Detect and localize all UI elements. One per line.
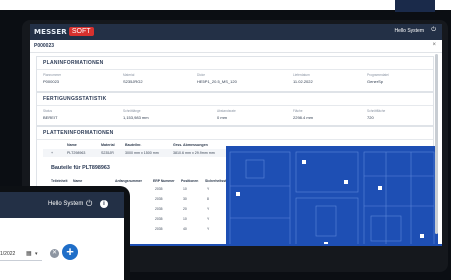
- field-label: Schnittlänge: [123, 109, 141, 113]
- schnittflaeche-field: Schnittfläche 720: [367, 109, 385, 120]
- column-header: Positionen: [181, 179, 199, 183]
- table-cell: 3810.6 mm x 29.9mm mm: [173, 151, 215, 155]
- field-value: HE5P1_20.5_MS_120: [197, 79, 237, 84]
- page-titlebar: P000023 ×: [30, 40, 442, 53]
- table-cell: 3000 mm x 1500 mm: [125, 151, 159, 155]
- page-title: P000023: [34, 43, 55, 49]
- dicke-field: Dicke HE5P1_20.5_MS_120: [197, 73, 237, 84]
- plan-field: Plannummer P000023: [43, 73, 61, 84]
- logo-soft: SOFT: [68, 27, 94, 36]
- planinformationen-card: PLANINFORMATIONEN Plannummer P000023 Mat…: [36, 56, 434, 92]
- field-label: Lieferdatum: [293, 73, 310, 77]
- field-value: 0 mm: [217, 115, 227, 120]
- field-value: 2298.4 mm: [293, 115, 314, 120]
- tablet-user-greeting: Hello System: [48, 201, 84, 207]
- table-cell: Y: [207, 207, 210, 211]
- info-icon[interactable]: i: [100, 200, 108, 208]
- column-header: Name: [73, 179, 83, 183]
- date-input[interactable]: 1/2022 ▦ ▾: [0, 248, 42, 261]
- power-icon[interactable]: ⏻: [86, 199, 92, 209]
- field-label: Material: [123, 73, 135, 77]
- bauteile-heading: Bauteile für PLT898963: [51, 165, 110, 171]
- date-value: 1/2022: [0, 251, 16, 257]
- tablet-screen: Hello System ⏻ i 1/2022 ▦ ▾ ✕ +: [0, 192, 124, 280]
- background-accent: [395, 0, 435, 12]
- table-header: Name Material Bauteilnr. Grss. Abmessung…: [43, 141, 233, 149]
- table-cell: Y: [207, 227, 210, 231]
- clear-icon[interactable]: ✕: [50, 249, 59, 258]
- cad-drawing[interactable]: [226, 146, 438, 246]
- table-row[interactable]: + PLT298963 S235JR 3000 mm x 1500 mm 381…: [43, 149, 233, 157]
- column-header: Teileinheit: [51, 179, 68, 183]
- flaeche-field: Fläche 2298.4 mm: [293, 109, 313, 120]
- table-header: Teileinheit Name Anfangsnummer ERP Numme…: [51, 177, 231, 185]
- field-label: Plannummer: [43, 73, 62, 77]
- table-cell: 10: [183, 217, 187, 221]
- tablet-header: Hello System ⏻ i: [0, 192, 124, 218]
- add-button[interactable]: +: [62, 244, 78, 260]
- column-header: Anfangsnummer: [115, 179, 142, 183]
- field-label: Fläche: [293, 109, 303, 113]
- field-value: 1,153,983 mm: [123, 115, 149, 120]
- column-header: Name: [67, 143, 77, 147]
- table-cell: 2035: [155, 207, 163, 211]
- cad-drawing-svg: [226, 146, 438, 246]
- abstand-field: Abstandsrate 0 mm: [217, 109, 236, 120]
- table-cell: 10: [183, 187, 187, 191]
- field-label: Programmdatei: [367, 73, 389, 77]
- field-value: 720: [367, 115, 374, 120]
- table-cell: S235JR: [101, 151, 114, 155]
- table-cell: Y: [207, 217, 210, 221]
- fertigung-heading: FERTIGUNGSSTATISTIK: [37, 93, 433, 106]
- platten-table: Name Material Bauteilnr. Grss. Abmessung…: [43, 141, 233, 157]
- column-header: Material: [101, 143, 115, 147]
- dropdown-icon[interactable]: ▾: [35, 251, 38, 257]
- table-cell: 30: [183, 197, 187, 201]
- logo-brand: MESSER: [34, 27, 67, 36]
- field-value: GenerSp: [367, 79, 384, 84]
- table-cell: Y: [207, 187, 210, 191]
- expand-icon[interactable]: +: [51, 151, 53, 155]
- table-cell: 40: [183, 227, 187, 231]
- schnittlaenge-field: Schnittlänge 1,153,983 mm: [123, 109, 149, 120]
- table-cell: PLT298963: [67, 151, 86, 155]
- table-cell: 8: [207, 197, 209, 201]
- close-icon[interactable]: ×: [432, 42, 436, 48]
- table-cell: 2035: [155, 187, 163, 191]
- calendar-icon[interactable]: ▦: [26, 250, 32, 257]
- table-cell: 2035: [155, 227, 163, 231]
- liefer-field: Lieferdatum 11.02.2022: [293, 73, 313, 84]
- user-greeting: Hello System: [394, 28, 424, 34]
- app-header: MESSER SOFT Hello System ⏻: [30, 24, 442, 40]
- planinformationen-heading: PLANINFORMATIONEN: [37, 57, 433, 70]
- field-label: Dicke: [197, 73, 205, 77]
- material-field: Material S235JRG2: [123, 73, 143, 84]
- column-header: Grss. Abmessungen: [173, 143, 208, 147]
- platten-heading: PLATTENINFORMATIONEN: [37, 127, 433, 140]
- field-value: BEREIT: [43, 115, 58, 120]
- messer-logo: MESSER SOFT: [34, 26, 94, 37]
- column-header: Bauteilnr.: [125, 143, 142, 147]
- column-header: ERP Nummer: [153, 179, 175, 183]
- power-icon[interactable]: ⏻: [431, 27, 436, 34]
- scrollbar[interactable]: [435, 54, 438, 234]
- status-field: Status BEREIT: [43, 109, 57, 120]
- table-cell: 2035: [155, 217, 163, 221]
- field-label: Abstandsrate: [217, 109, 236, 113]
- field-label: Status: [43, 109, 53, 113]
- field-value: 11.02.2022: [293, 79, 313, 84]
- field-value: P000023: [43, 79, 60, 84]
- field-value: S235JRG2: [123, 79, 143, 84]
- fertigung-card: FERTIGUNGSSTATISTIK Status BEREIT Schnit…: [36, 92, 434, 126]
- table-cell: 20: [183, 207, 187, 211]
- field-label: Schnittfläche: [367, 109, 386, 113]
- programm-field: Programmdatei GenerSp: [367, 73, 389, 84]
- table-cell: 2035: [155, 197, 163, 201]
